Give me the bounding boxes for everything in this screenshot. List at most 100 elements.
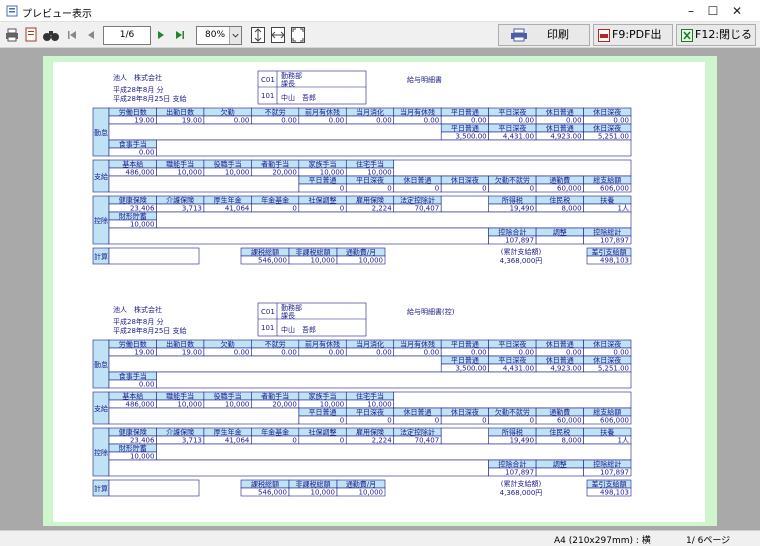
payslip-page: 池人 株式会社 平成28年8月 分平成28年8月25日 支給 C01 勤務部 課長 101…	[53, 62, 705, 522]
deduction-header-text: 雇用保険	[356, 428, 384, 437]
fit-width-icon[interactable]	[270, 26, 286, 44]
pay-header-text: 住宅手当	[356, 392, 384, 401]
deduction-value: 3,713	[182, 437, 202, 445]
deduction-header-text: 厚生年金	[214, 428, 242, 437]
deduction-header-text: 健康保険	[119, 428, 147, 437]
summary-value: 546,000	[258, 257, 287, 265]
pay-value: 10,000	[320, 401, 345, 409]
deduction-blank	[440, 195, 489, 213]
deduction-total-cell	[535, 235, 584, 245]
pay-date: 平成28年8月25日 支給	[113, 326, 187, 335]
summary-side-label: 計算	[94, 484, 108, 493]
pdf-icon	[598, 29, 610, 42]
pay-value: 0	[340, 185, 344, 193]
pay-value: 0	[482, 417, 486, 425]
attendance-value: 0.00	[471, 117, 487, 125]
deduction-total-value: 107,897	[600, 469, 629, 477]
deduction-blank	[156, 443, 632, 461]
page-number-input[interactable]: 1/6	[103, 26, 151, 45]
attendance-value: 0.00	[281, 117, 297, 125]
deduction-value: 0	[340, 205, 344, 213]
pay-value: 10,000	[225, 169, 250, 177]
deduction-header-text: 住民税	[549, 428, 570, 437]
payslip-1: 池人 株式会社平成28年8月 分平成28年8月25日 支給 C01 勤務部課長 101…	[92, 70, 632, 265]
deduction-header-text: 社保調整	[309, 196, 337, 205]
dept-name: 勤務部	[281, 71, 302, 80]
attendance-header-text: 平日深夜	[498, 124, 526, 133]
deduction-value: 1人	[618, 437, 629, 445]
pay-header-text: 平日深夜	[356, 176, 384, 185]
attendance-value: 0.00	[424, 117, 440, 125]
attendance-value: 0.00	[234, 349, 250, 357]
page-setup-icon[interactable]	[23, 26, 39, 44]
deduction-blank	[440, 427, 489, 445]
pay-header-text: 総支給額	[593, 176, 621, 185]
first-page-icon[interactable]	[65, 26, 79, 44]
deduction-header-text: 扶養	[600, 196, 614, 205]
attendance-header-text: 平日深夜	[498, 108, 526, 117]
attendance-value: 5,251.00	[598, 133, 629, 141]
summary-header-text: 非課税総額	[296, 248, 331, 257]
close-button[interactable]: ✕	[714, 0, 760, 22]
pay-value: 60,000	[557, 417, 582, 425]
print-button[interactable]: 印刷	[498, 24, 590, 46]
saving-value: 10,000	[130, 221, 155, 229]
pay-value: 486,000	[126, 169, 155, 177]
deduction-total-label: 控除合計	[498, 228, 526, 237]
deduction-total-label: 調整	[553, 228, 567, 237]
fit-page-icon[interactable]	[290, 26, 306, 44]
next-page-icon[interactable]	[154, 26, 168, 44]
binoculars-icon[interactable]	[42, 26, 60, 44]
job-title: 課長	[281, 79, 295, 88]
attendance-value: 3,500.00	[455, 133, 486, 141]
attendance-header-text: 欠勤	[221, 340, 235, 349]
document-title: 給与明細書(控)	[407, 307, 455, 316]
attendance-value: 0.00	[566, 117, 582, 125]
deduction-value: 3,713	[182, 205, 202, 213]
attendance-blank	[156, 371, 632, 389]
deduction-value: 41,064	[225, 205, 250, 213]
dept-code: C01	[261, 308, 275, 316]
deduction-total-value: 107,897	[505, 469, 534, 477]
page-status: 1/ 6ページ	[686, 536, 731, 546]
prev-page-icon[interactable]	[84, 26, 98, 44]
attendance-value: 0.00	[518, 349, 534, 357]
payslip-2: 池人 株式会社平成28年8月 分平成28年8月25日 支給 C01 勤務部課長 101…	[92, 302, 632, 497]
attendance-blank	[108, 123, 442, 141]
company-name: 池人 株式会社	[113, 305, 162, 314]
printer-icon[interactable]	[3, 26, 21, 44]
last-page-icon[interactable]	[173, 26, 187, 44]
pay-value: 486,000	[126, 401, 155, 409]
attendance-header-text: 不就労	[265, 108, 286, 117]
deduction-header-text: 雇用保険	[356, 196, 384, 205]
pay-value: 10,000	[225, 401, 250, 409]
deduction-header-text: 健康保険	[119, 196, 147, 205]
deduction-value: 2,224	[372, 205, 393, 213]
summary-side-label: 計算	[94, 252, 108, 261]
pay-side-label: 支給	[94, 172, 108, 181]
pay-value: 20,000	[272, 401, 297, 409]
status-bar: A4 (210x297mm) : 横 1/ 6ページ	[0, 530, 760, 546]
pay-value: 0	[387, 417, 391, 425]
summary-header-text: 課税総額	[251, 248, 279, 257]
fit-height-icon[interactable]	[250, 26, 266, 44]
pdf-export-button[interactable]: F9:PDF出力	[593, 24, 673, 61]
attendance-value: 0.00	[613, 117, 629, 125]
deduction-total-label: 控除総計	[593, 460, 621, 469]
meal-label: 食事手当	[119, 372, 147, 381]
close-preview-button[interactable]: F12:閉じる	[676, 24, 756, 46]
employee-name: 中山 吾郎	[281, 325, 316, 334]
attendance-header-text: 平日普通	[451, 340, 479, 349]
cumulative-value: 4,368,000円	[500, 489, 543, 497]
net-pay-label: 差引支給額	[592, 480, 627, 489]
attendance-header-text: 当月消化	[356, 340, 384, 349]
attendance-blank	[156, 139, 632, 157]
saving-value: 10,000	[130, 453, 155, 461]
payslip-drawing: 池人 株式会社平成28年8月 分平成28年8月25日 支給C01 勤務部課長101…	[92, 70, 632, 497]
zoom-select[interactable]: 80%	[196, 26, 242, 45]
attendance-header-text: 休日普通	[546, 124, 574, 133]
pay-period: 平成28年8月 分	[113, 317, 164, 326]
deduction-value: 19,490	[510, 205, 535, 213]
deduction-side-label: 控除	[94, 448, 108, 457]
preview-area[interactable]: 池人 株式会社 平成28年8月 分平成28年8月25日 支給 C01 勤務部 課長 101…	[0, 48, 760, 530]
